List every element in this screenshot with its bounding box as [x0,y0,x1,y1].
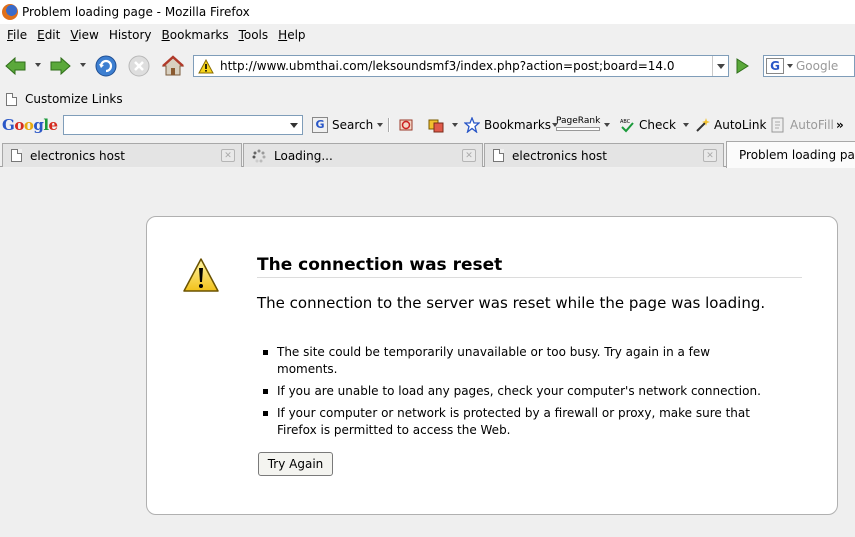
tab-electronics-host-2[interactable]: electronics host ✕ [484,143,724,167]
news-dropdown[interactable] [452,123,458,127]
search-engine-dropdown[interactable] [787,64,793,68]
autolink-button[interactable]: AutoLink [694,116,766,134]
tab-close-button[interactable]: ✕ [462,149,476,162]
pagerank-dropdown[interactable] [604,116,610,134]
menu-help[interactable]: Help [273,28,310,42]
autofill-icon [771,117,784,133]
back-arrow-icon [5,56,26,76]
tab-close-button[interactable]: ✕ [703,149,717,162]
error-title: The connection was reset [257,255,802,278]
window-title: Problem loading page - Mozilla Firefox [22,5,250,19]
popup-blocker-button[interactable] [398,116,418,134]
menu-tools[interactable]: Tools [234,28,274,42]
title-bar: Problem loading page - Mozilla Firefox [0,0,855,24]
url-history-dropdown[interactable] [712,56,728,76]
menu-bookmarks[interactable]: Bookmarks [157,28,234,42]
back-history-dropdown[interactable] [35,63,41,67]
spellcheck-icon: ABC [620,119,634,133]
loading-spinner-icon [252,149,266,162]
toolbar-separator [388,116,390,134]
reload-button[interactable] [94,54,118,78]
tab-loading[interactable]: Loading... ✕ [243,143,483,167]
stop-button[interactable] [127,54,151,78]
page-icon [11,149,22,162]
forward-history-dropdown[interactable] [80,63,86,67]
forward-arrow-icon [50,56,71,76]
google-search-button[interactable]: G Search [312,116,384,134]
stop-icon [128,55,150,77]
try-again-button[interactable]: Try Again [258,452,333,476]
tab-problem-loading-page[interactable]: Problem loading page [726,141,855,168]
home-button[interactable] [161,54,185,78]
page-icon [6,92,17,106]
go-button[interactable] [733,57,751,75]
customize-links-link[interactable]: Customize Links [25,92,123,106]
menu-bar: File Edit View History Bookmarks Tools H… [0,24,855,46]
pagerank-bar [556,127,600,131]
chevron-down-icon[interactable] [290,123,298,128]
autofill-button[interactable]: AutoFill [770,116,834,134]
check-dropdown[interactable] [682,123,689,127]
url-text[interactable]: http://www.ubmthai.com/leksoundsmf3/inde… [220,59,674,73]
menu-edit[interactable]: Edit [32,28,65,42]
error-description: The connection to the server was reset w… [257,294,766,312]
popup-blocker-icon [399,119,413,131]
firefox-logo-icon [2,4,18,20]
forward-button[interactable] [48,54,72,78]
error-suggestions: The site could be temporarily unavailabl… [262,344,762,444]
autolink-wand-icon [696,118,710,132]
toolbar-overflow-button[interactable]: » [836,116,844,134]
menu-history[interactable]: History [104,28,157,42]
links-toolbar: Customize Links [0,88,855,110]
tab-close-button[interactable]: ✕ [221,149,235,162]
search-options-dropdown[interactable] [377,123,384,127]
svg-text:ABC: ABC [620,119,631,125]
google-search-input[interactable] [63,115,303,135]
home-icon [161,55,185,76]
news-button[interactable] [428,116,458,134]
pagerank-indicator[interactable]: PageRank [556,116,600,134]
warning-icon [183,258,219,292]
page-icon [493,149,504,162]
tab-bar: electronics host ✕ Loading... ✕ electron… [0,141,855,168]
list-item: The site could be temporarily unavailabl… [262,344,762,378]
chevron-down-icon [716,63,725,69]
search-placeholder: Google [796,59,839,73]
menu-view[interactable]: View [65,28,103,42]
google-logo: Google [2,116,58,134]
google-g-icon: G [312,117,328,133]
warning-icon [198,58,214,73]
menu-file[interactable]: File [2,28,32,42]
list-item: If you are unable to load any pages, che… [262,383,762,400]
star-icon [464,117,480,133]
go-arrow-icon [736,58,749,74]
page-content: The connection was reset The connection … [0,168,855,537]
news-icon [428,119,444,133]
back-button[interactable] [4,54,28,78]
google-toolbar: Google G Search Bookmarks PageRank ABC C… [0,113,855,137]
tab-electronics-host-1[interactable]: electronics host ✕ [2,143,242,167]
bookmarks-button[interactable]: Bookmarks [464,116,559,134]
list-item: If your computer or network is protected… [262,405,762,439]
search-bar[interactable]: G Google [763,55,855,77]
error-panel: The connection was reset The connection … [146,216,838,515]
url-bar[interactable]: http://www.ubmthai.com/leksoundsmf3/inde… [193,55,729,77]
google-engine-icon[interactable]: G [766,58,784,74]
spellcheck-button[interactable]: ABC Check [619,116,689,134]
reload-icon [95,55,117,77]
